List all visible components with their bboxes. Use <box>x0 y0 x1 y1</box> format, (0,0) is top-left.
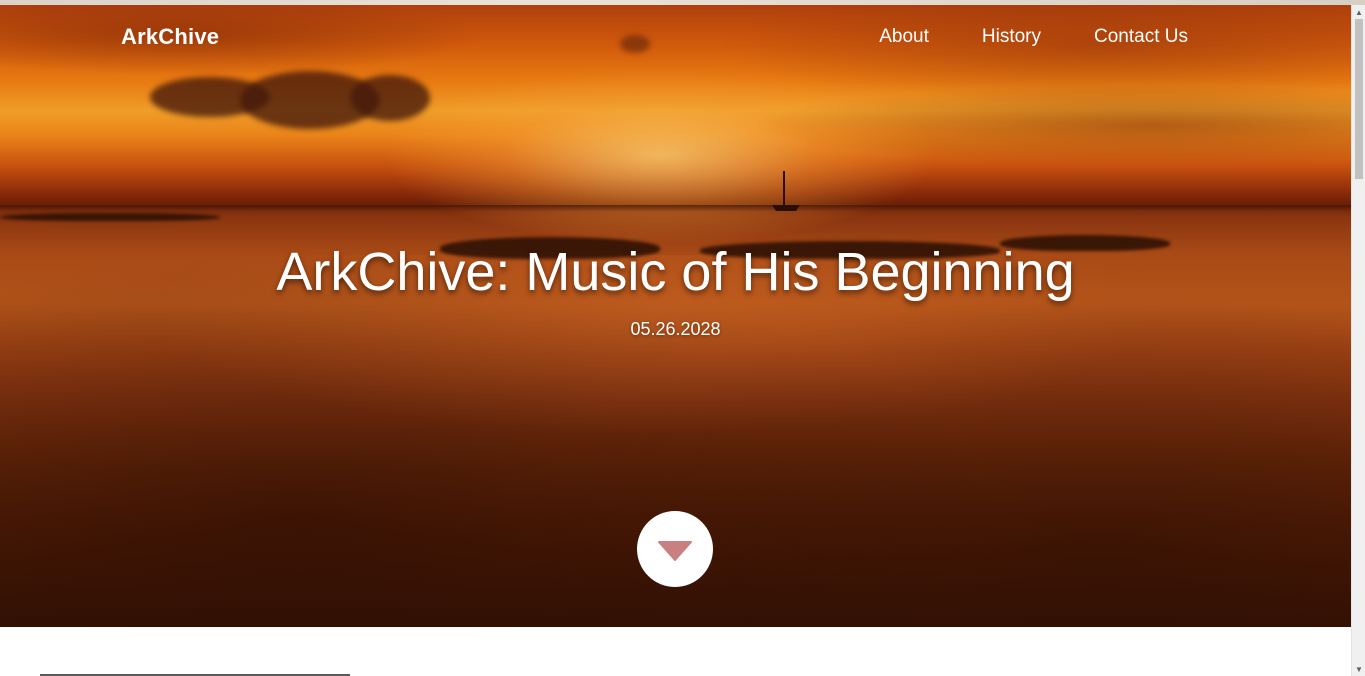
scroll-down-arrow-icon[interactable]: ▼ <box>1352 662 1365 676</box>
nav-link-about[interactable]: About <box>879 26 929 48</box>
scroll-down-button[interactable] <box>637 511 713 587</box>
hero-date: 05.26.2028 <box>630 319 721 339</box>
chevron-down-icon <box>658 541 692 561</box>
hero-section: ArkChive About History Contact Us ArkChi… <box>0 5 1351 627</box>
scrollbar-thumb[interactable] <box>1355 19 1363 179</box>
brand-logo-link[interactable]: ArkChive <box>121 24 219 50</box>
page-scrollbar[interactable]: ▲ ▼ <box>1351 5 1365 676</box>
main-nav: About History Contact Us <box>879 26 1188 48</box>
nav-link-history[interactable]: History <box>982 26 1041 48</box>
scroll-up-arrow-icon[interactable]: ▲ <box>1352 5 1365 19</box>
nav-link-contact-us[interactable]: Contact Us <box>1094 26 1188 48</box>
browser-viewport: ArkChive About History Contact Us ArkChi… <box>0 0 1365 676</box>
hero-title: ArkChive: Music of His Beginning <box>276 242 1075 302</box>
